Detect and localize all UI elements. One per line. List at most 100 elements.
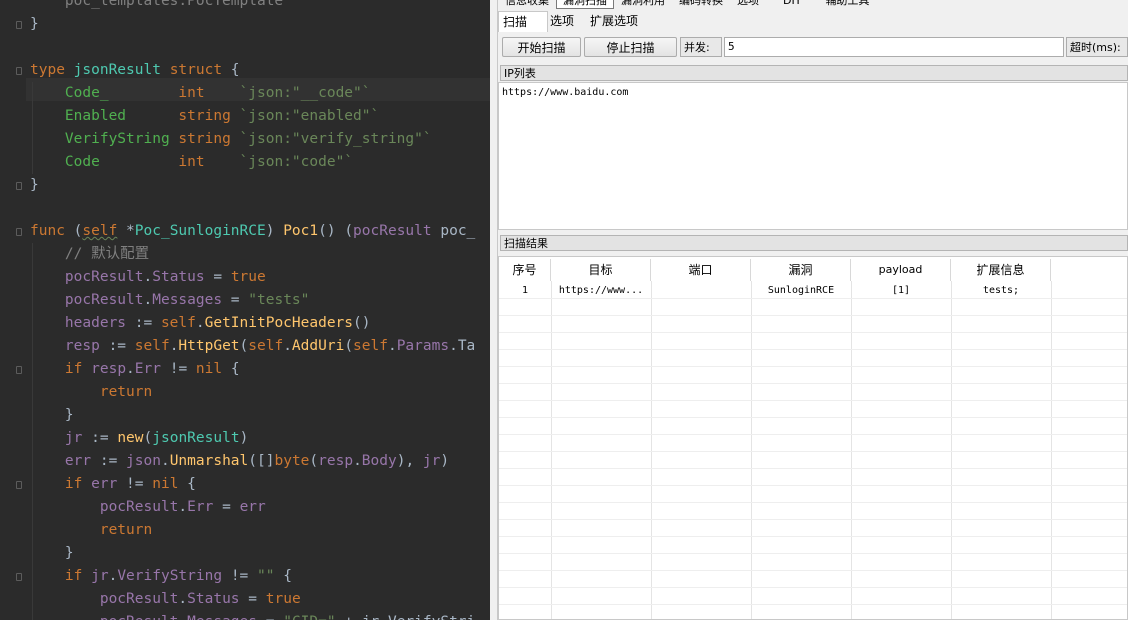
code-token: * <box>117 223 135 239</box>
code-token: ( <box>309 453 319 469</box>
column-header[interactable]: 扩展信息 <box>951 259 1051 281</box>
code-token: resp <box>318 453 354 469</box>
table-cell[interactable] <box>651 282 751 299</box>
main-tab-bar: 信息收集 漏洞扫描 漏洞利用 编码转换 选项 DIY 辅助工具 <box>498 0 876 9</box>
code-line[interactable]: headers := self.GetInitPocHeaders() <box>30 312 371 335</box>
row-divider <box>499 536 1127 537</box>
code-token: type <box>30 62 74 78</box>
code-line[interactable]: poc_templates.PocTemplate <box>30 0 283 13</box>
concurrency-input[interactable]: 5 <box>724 37 1064 57</box>
code-line[interactable]: } <box>30 542 74 565</box>
code-line[interactable]: Code_ int `json:"__code"` <box>30 82 371 105</box>
tab-vuln-scan[interactable]: 漏洞扫描 <box>556 0 614 9</box>
code-token: { <box>178 476 196 492</box>
code-editor[interactable]: poc_templates.PocTemplate} type jsonResul… <box>0 0 490 620</box>
fold-marker-icon[interactable] <box>16 366 22 374</box>
start-scan-button[interactable]: 开始扫描 <box>502 37 581 57</box>
subtab-scan[interactable]: 扫描 <box>498 11 549 32</box>
code-line[interactable]: if jr.VerifyString != "" { <box>30 565 292 588</box>
code-token: VerifyString <box>64 131 170 147</box>
code-token: pocResult <box>64 292 144 308</box>
code-token: != <box>117 476 153 492</box>
results-table[interactable]: 序号 目标 端口 漏洞 payload 扩展信息 1 https://www... Sunlog… <box>498 256 1128 620</box>
code-token: jsonResult <box>152 430 240 446</box>
code-line[interactable]: jr := new(jsonResult) <box>30 427 248 450</box>
window-divider[interactable] <box>490 0 498 620</box>
code-line[interactable]: Code int `json:"code"` <box>30 151 353 174</box>
fold-marker-icon[interactable] <box>16 228 22 236</box>
code-token: () ( <box>318 223 354 239</box>
table-cell[interactable]: tests; <box>951 282 1051 299</box>
table-cell[interactable]: SunloginRCE <box>751 282 851 299</box>
code-token: . <box>126 361 135 377</box>
indent-guide <box>32 243 33 620</box>
code-line[interactable]: pocResult.Err = err <box>30 496 266 519</box>
code-token: := <box>91 453 127 469</box>
column-header[interactable]: payload <box>851 259 951 281</box>
tab-options[interactable]: 选项 <box>730 0 766 9</box>
column-header[interactable]: 端口 <box>651 259 751 281</box>
row-divider <box>499 434 1127 435</box>
fold-marker-icon[interactable] <box>16 21 22 29</box>
row-divider <box>499 604 1127 605</box>
code-token: "CID=" <box>283 614 335 620</box>
code-token: Code_ <box>64 85 109 101</box>
code-line[interactable]: pocResult.Status = true <box>30 266 266 289</box>
code-line[interactable]: VerifyString string `json:"verify_string… <box>30 128 432 151</box>
row-divider <box>499 315 1127 316</box>
code-token: ([] <box>248 453 275 469</box>
code-line[interactable]: pocResult.Messages = "tests" <box>30 289 309 312</box>
code-token: self <box>82 223 118 239</box>
code-token: `json:"code"` <box>239 154 354 170</box>
code-line[interactable]: err := json.Unmarshal([]byte(resp.Body),… <box>30 450 449 473</box>
tab-encoding[interactable]: 编码转换 <box>672 0 730 9</box>
code-token: if <box>64 568 92 584</box>
code-line[interactable]: if resp.Err != nil { <box>30 358 240 381</box>
fold-marker-icon[interactable] <box>16 182 22 190</box>
code-token: true <box>265 591 301 607</box>
tab-vuln-exploit[interactable]: 漏洞利用 <box>614 0 672 9</box>
table-cell[interactable]: https://www... <box>551 282 651 299</box>
row-divider <box>499 570 1127 571</box>
code-line[interactable]: return <box>30 519 152 542</box>
code-line[interactable]: } <box>30 13 39 36</box>
code-line[interactable]: // 默认配置 <box>30 243 149 266</box>
tab-tools[interactable]: 辅助工具 <box>818 0 876 9</box>
table-cell[interactable]: 1 <box>499 282 551 299</box>
code-token: ( <box>239 338 249 354</box>
code-token: . <box>160 453 170 469</box>
subtab-options[interactable]: 选项 <box>548 11 584 31</box>
column-header[interactable]: 漏洞 <box>751 259 851 281</box>
code-line[interactable]: Enabled string `json:"enabled"` <box>30 105 379 128</box>
stop-scan-button[interactable]: 停止扫描 <box>584 37 677 57</box>
ip-list-textarea[interactable]: https://www.baidu.com <box>498 82 1128 230</box>
code-line[interactable]: pocResult.Status = true <box>30 588 301 611</box>
tab-diy[interactable]: DIY <box>766 0 818 9</box>
code-line[interactable]: } <box>30 404 74 427</box>
code-token: return <box>99 522 153 538</box>
code-line[interactable]: } <box>30 174 39 197</box>
code-line[interactable]: return <box>30 381 152 404</box>
tab-info-gathering[interactable]: 信息收集 <box>498 0 556 9</box>
results-header: 扫描结果 <box>500 235 1128 251</box>
code-line[interactable]: resp := self.HttpGet(self.AddUri(self.Pa… <box>30 335 475 358</box>
code-line[interactable]: type jsonResult struct { <box>30 59 240 82</box>
subtab-extended-options[interactable]: 扩展选项 <box>584 11 644 31</box>
code-token: Unmarshal <box>169 453 249 469</box>
code-line[interactable]: pocResult.Messages = "CID=" + jr.VerifyS… <box>30 611 475 620</box>
column-header[interactable]: 目标 <box>551 259 651 281</box>
code-line[interactable]: func (self *Poc_SunloginRCE) Poc1() (poc… <box>30 220 475 243</box>
code-token: pocResult <box>99 591 179 607</box>
fold-marker-icon[interactable] <box>16 573 22 581</box>
table-cell[interactable]: [1] <box>851 282 951 299</box>
fold-marker-icon[interactable] <box>16 67 22 75</box>
fold-marker-icon[interactable] <box>16 481 22 489</box>
code-token: // 默认配置 <box>64 246 150 262</box>
code-line[interactable]: if err != nil { <box>30 473 196 496</box>
column-header[interactable]: 序号 <box>499 259 551 281</box>
